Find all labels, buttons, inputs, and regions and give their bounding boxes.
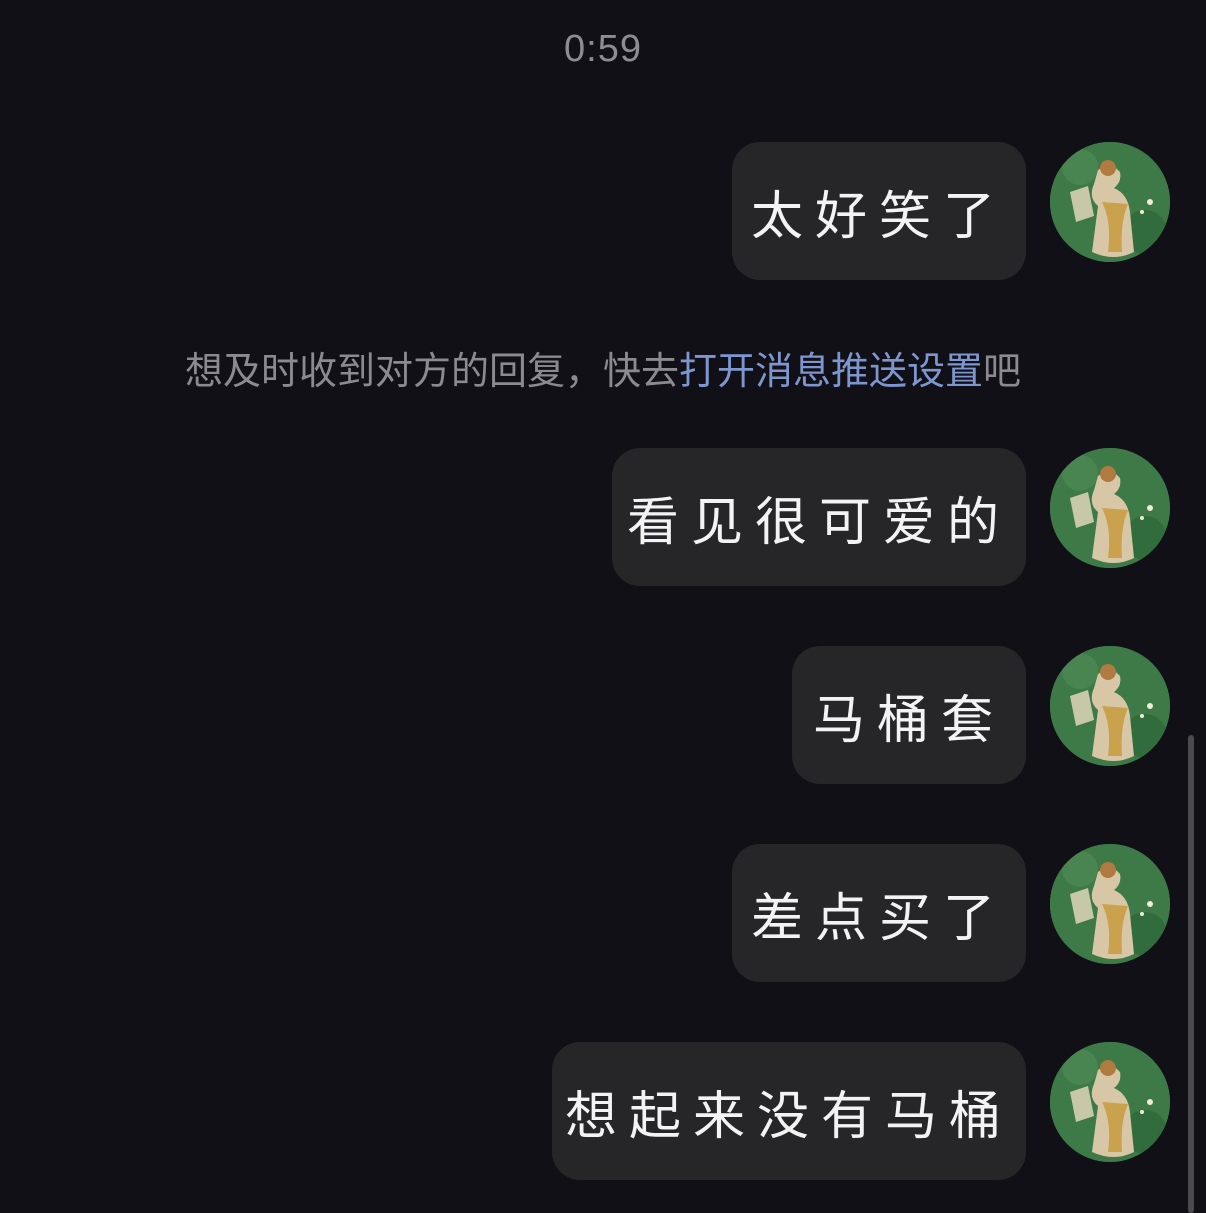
avatar-fresco-icon[interactable] xyxy=(1050,1042,1170,1162)
message-row: 想起来没有马桶 xyxy=(552,1042,1170,1182)
avatar-fresco-icon[interactable] xyxy=(1050,646,1170,766)
message-row: 太好笑了 xyxy=(732,142,1170,282)
push-settings-notice: 想及时收到对方的回复，快去打开消息推送设置吧 xyxy=(0,340,1206,395)
message-bubble[interactable]: 差点买了 xyxy=(732,844,1026,982)
message-bubble[interactable]: 太好笑了 xyxy=(732,142,1026,280)
message-row: 差点买了 xyxy=(732,844,1170,984)
scrollbar[interactable] xyxy=(1188,735,1194,1213)
open-push-settings-link[interactable]: 打开消息推送设置 xyxy=(679,349,983,393)
notice-text: 想及时收到对方的回复，快去 xyxy=(184,349,679,393)
avatar-fresco-icon[interactable] xyxy=(1050,142,1170,262)
notice-suffix: 吧 xyxy=(983,349,1022,393)
avatar-fresco-icon[interactable] xyxy=(1050,448,1170,568)
message-timestamp: 0:59 xyxy=(564,28,642,70)
avatar-fresco-icon[interactable] xyxy=(1050,844,1170,964)
message-row: 看见很可爱的 xyxy=(612,448,1170,588)
message-row: 马桶套 xyxy=(792,646,1170,786)
message-bubble[interactable]: 想起来没有马桶 xyxy=(552,1042,1026,1180)
message-bubble[interactable]: 马桶套 xyxy=(792,646,1026,784)
message-bubble[interactable]: 看见很可爱的 xyxy=(612,448,1026,586)
